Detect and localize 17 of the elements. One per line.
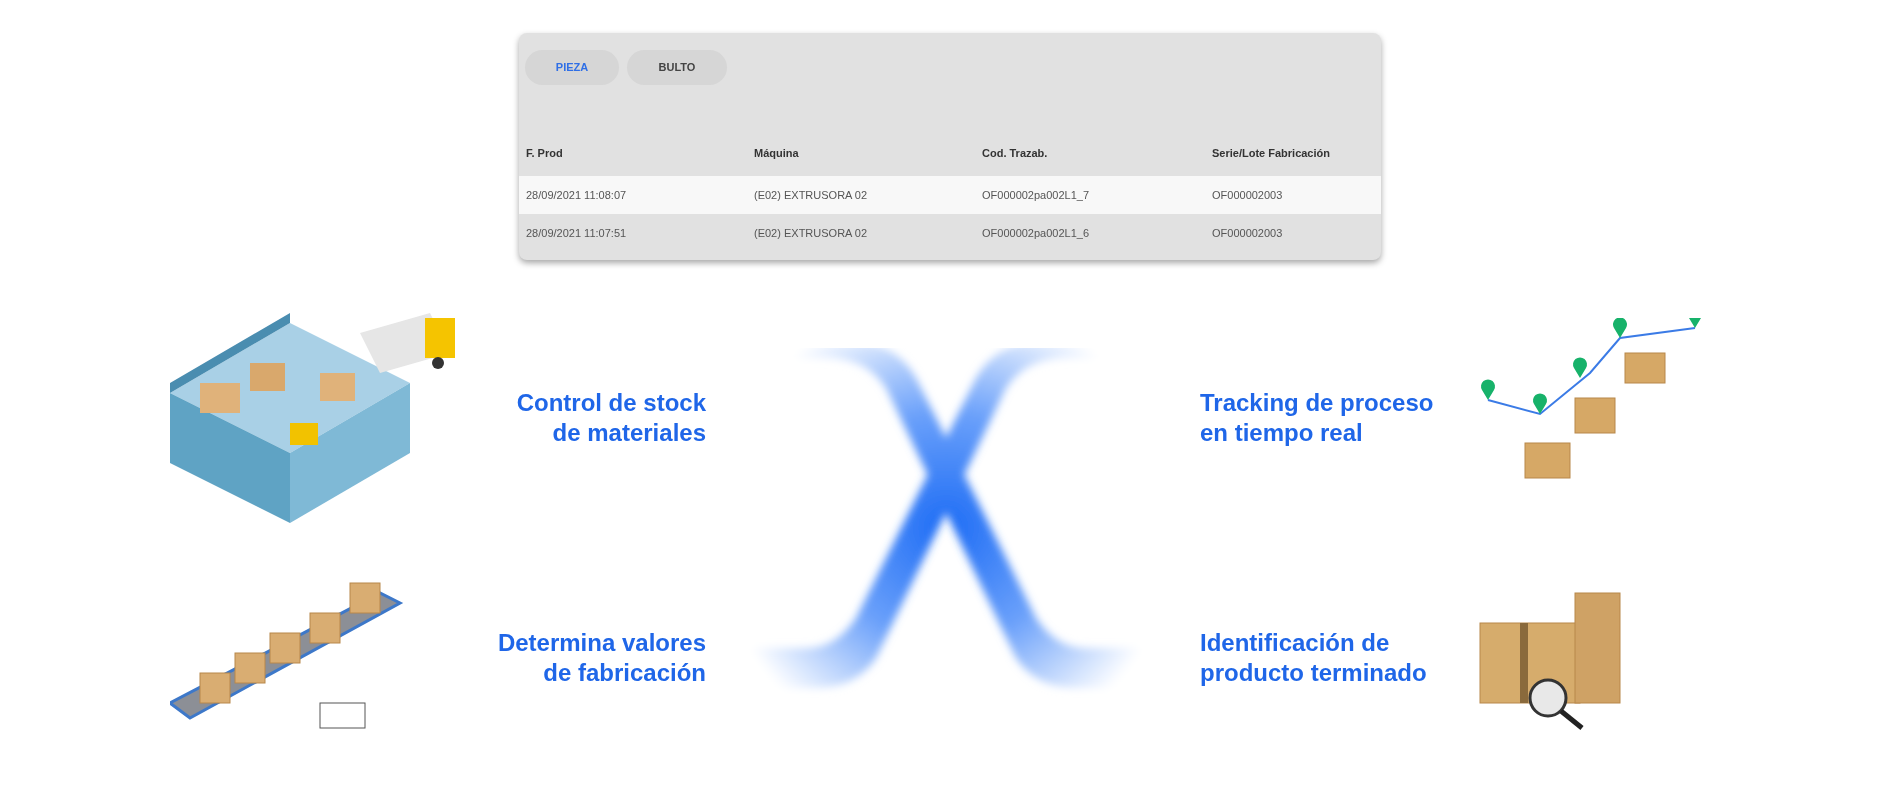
- table-cell-text: (E02) EXTRUSORA 02: [754, 187, 868, 203]
- feature-label: Tracking de proceso en tiempo real: [1199, 388, 1434, 448]
- table-cell-text: OF000002003: [1212, 225, 1283, 241]
- feature-label: Control de stock de materiales: [516, 388, 706, 448]
- column-header: Cod. Trazab.: [982, 146, 1048, 162]
- table-cell-text: OF000002pa002L1_6: [982, 225, 1090, 241]
- table-cell-text: 28/09/2021 11:07:51: [526, 225, 627, 241]
- column-header: Máquina: [754, 146, 799, 162]
- table-cell-text: OF000002pa002L1_7: [982, 187, 1090, 203]
- feature-label: Identificación de producto terminado: [1199, 628, 1427, 688]
- table-cell-text: 28/09/2021 11:08:07: [526, 187, 627, 203]
- tab[interactable]: BULTO: [627, 50, 727, 85]
- column-header: F. Prod: [526, 146, 563, 162]
- table-cell-text: (E02) EXTRUSORA 02: [754, 225, 868, 241]
- table-cell-text: OF000002003: [1212, 187, 1283, 203]
- feature-label: Determina valores de fabricación: [497, 628, 706, 688]
- column-header: Serie/Lote Fabricación: [1212, 146, 1330, 162]
